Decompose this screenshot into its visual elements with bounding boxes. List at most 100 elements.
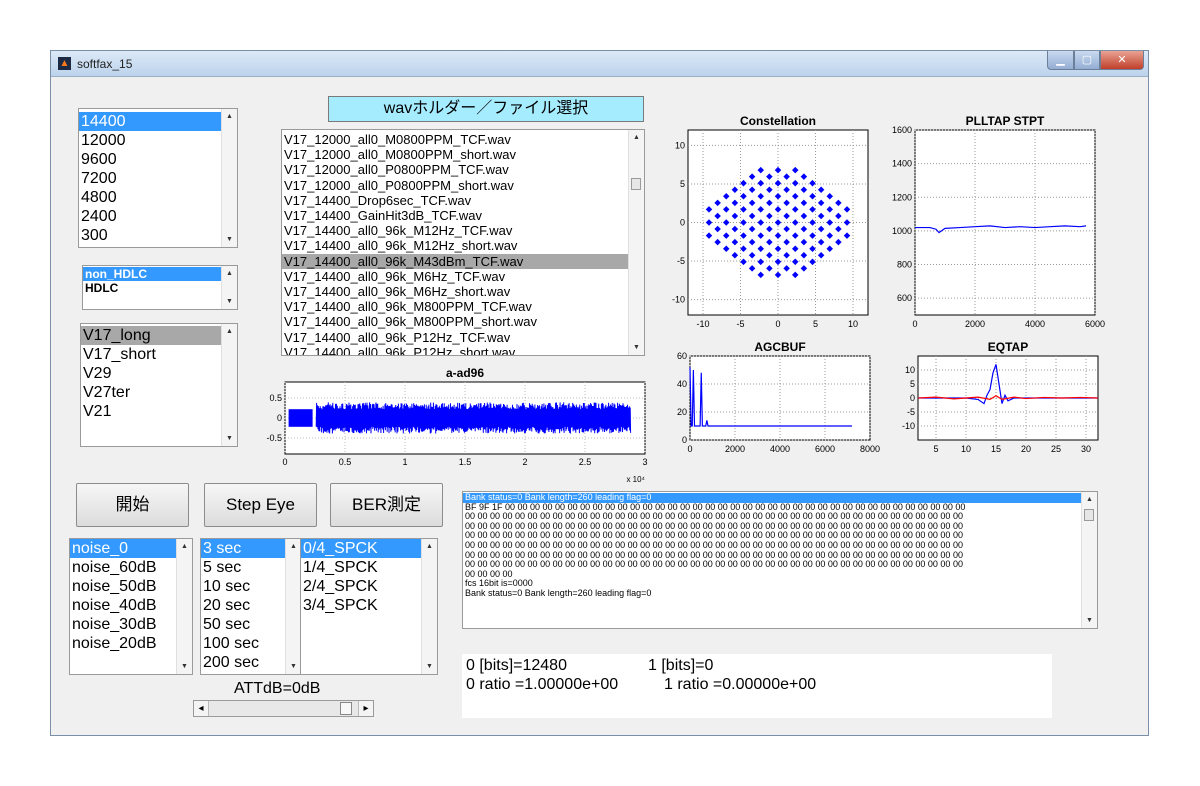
scroll-up-icon[interactable]: ▲ <box>222 266 237 281</box>
list-item[interactable]: 3 sec <box>201 539 285 558</box>
scroll-down-icon[interactable]: ▼ <box>177 659 192 674</box>
y-tick-label: 5 <box>910 379 915 389</box>
rate-listbox[interactable]: 14400 12000 9600 7200 4800 2400 300 ▲ ▼ <box>78 108 238 248</box>
vertical-scrollbar[interactable]: ▲ ▼ <box>221 324 237 446</box>
list-item[interactable]: 50 sec <box>201 615 285 634</box>
list-item[interactable]: 3/4_SPCK <box>301 596 421 615</box>
list-item[interactable]: noise_0 <box>70 539 176 558</box>
scroll-up-icon[interactable]: ▲ <box>177 539 192 554</box>
title-bar[interactable]: ▲ softfax_15 ▁ ▢ ✕ <box>51 51 1148 77</box>
y-tick-label: 5 <box>680 179 685 189</box>
list-item[interactable]: noise_40dB <box>70 596 176 615</box>
list-item[interactable]: 12000 <box>79 131 221 150</box>
list-item[interactable]: V17_14400_all0_96k_M12Hz_short.wav <box>282 238 628 253</box>
list-item[interactable]: 4800 <box>79 188 221 207</box>
list-item[interactable]: 5 sec <box>201 558 285 577</box>
list-item[interactable]: HDLC <box>83 281 221 295</box>
maximize-icon[interactable]: ▢ <box>1074 51 1100 70</box>
list-item[interactable]: V17_12000_all0_P0800PPM_TCF.wav <box>282 162 628 177</box>
vertical-scrollbar[interactable]: ▲ ▼ <box>285 539 301 674</box>
list-item[interactable]: non_HDLC <box>83 267 221 281</box>
list-item[interactable]: V29 <box>81 364 221 383</box>
list-item[interactable]: V17_14400_all0_96k_M6Hz_short.wav <box>282 284 628 299</box>
list-item[interactable]: V17_14400_all0_96k_M43dBm_TCF.wav <box>282 253 628 269</box>
vertical-scrollbar[interactable]: ▲ ▼ <box>176 539 192 674</box>
list-item[interactable]: noise_20dB <box>70 634 176 653</box>
list-item[interactable]: 00 00 00 00 00 00 00 00 00 00 00 00 00 0… <box>463 560 1081 570</box>
x-tick-label: 25 <box>1051 444 1061 454</box>
list-item[interactable]: V17_12000_all0_M0800PPM_TCF.wav <box>282 132 628 147</box>
vertical-scrollbar[interactable]: ▲ ▼ <box>221 266 237 309</box>
mode-listbox[interactable]: V17_long V17_short V29 V27ter V21 ▲ ▼ <box>80 323 238 447</box>
list-item[interactable]: V17_12000_all0_P0800PPM_short.wav <box>282 178 628 193</box>
vertical-scrollbar[interactable]: ▲ ▼ <box>1081 492 1097 628</box>
list-item[interactable]: V17_14400_all0_96k_P12Hz_TCF.wav <box>282 330 628 345</box>
list-item[interactable]: 20 sec <box>201 596 285 615</box>
list-item[interactable]: 14400 <box>79 112 221 131</box>
list-item[interactable]: 0/4_SPCK <box>301 539 421 558</box>
wav-file-listbox[interactable]: V17_12000_all0_M0800PPM_TCF.wav V17_12000… <box>281 129 645 356</box>
list-item[interactable]: V17_14400_GainHit3dB_TCF.wav <box>282 208 628 223</box>
scroll-up-icon[interactable]: ▲ <box>222 324 237 339</box>
list-item[interactable]: V17_14400_all0_96k_P12Hz_short.wav <box>282 345 628 355</box>
list-item[interactable]: 1/4_SPCK <box>301 558 421 577</box>
scroll-up-icon[interactable]: ▲ <box>286 539 301 554</box>
att-slider[interactable]: ◂ ▸ <box>193 700 374 717</box>
list-item[interactable]: Bank status=0 Bank length=260 leading fl… <box>463 588 1081 599</box>
x-tick-label: 0 <box>282 457 287 467</box>
list-item[interactable]: noise_50dB <box>70 577 176 596</box>
list-item[interactable]: V17_short <box>81 345 221 364</box>
vertical-scrollbar[interactable]: ▲ ▼ <box>421 539 437 674</box>
att-slider-left-arrow[interactable]: ◂ <box>194 701 209 716</box>
noise-listbox[interactable]: noise_0 noise_60dB noise_50dB noise_40dB noi… <box>69 538 193 675</box>
ber-measure-button[interactable]: BER測定 <box>330 483 443 527</box>
scroll-up-icon[interactable]: ▲ <box>422 539 437 554</box>
list-item[interactable]: 100 sec <box>201 634 285 653</box>
spck-listbox[interactable]: 0/4_SPCK 1/4_SPCK 2/4_SPCK 3/4_SPCK ▲ ▼ <box>300 538 438 675</box>
scroll-thumb[interactable] <box>631 178 641 190</box>
list-item[interactable]: noise_60dB <box>70 558 176 577</box>
wav-folder-button[interactable]: wavホルダー／ファイル選択 <box>328 96 644 122</box>
scroll-up-icon[interactable]: ▲ <box>1082 492 1097 507</box>
scroll-up-icon[interactable]: ▲ <box>629 130 644 145</box>
vertical-scrollbar[interactable]: ▲ ▼ <box>628 130 644 355</box>
minimize-icon[interactable]: ▁ <box>1047 51 1074 70</box>
list-item[interactable]: V17_12000_all0_M0800PPM_short.wav <box>282 147 628 162</box>
list-item[interactable]: 2400 <box>79 207 221 226</box>
att-slider-thumb[interactable] <box>340 702 352 715</box>
scroll-thumb[interactable] <box>1084 509 1094 521</box>
att-slider-right-arrow[interactable]: ▸ <box>358 701 373 716</box>
list-item[interactable]: V17_long <box>81 326 221 345</box>
list-item[interactable]: 2/4_SPCK <box>301 577 421 596</box>
list-item[interactable]: 00 00 00 00 <box>463 569 1081 580</box>
duration-listbox[interactable]: 3 sec 5 sec 10 sec 20 sec 50 sec 100 sec 200 s… <box>200 538 302 675</box>
step-eye-button[interactable]: Step Eye <box>204 483 317 527</box>
list-item[interactable]: V17_14400_all0_96k_M6Hz_TCF.wav <box>282 269 628 284</box>
list-item[interactable]: V17_14400_all0_96k_M12Hz_TCF.wav <box>282 223 628 238</box>
list-item[interactable]: 7200 <box>79 169 221 188</box>
scroll-down-icon[interactable]: ▼ <box>629 340 644 355</box>
list-item[interactable]: V17_14400_all0_96k_M800PPM_TCF.wav <box>282 299 628 314</box>
vertical-scrollbar[interactable]: ▲ ▼ <box>221 109 237 247</box>
scroll-down-icon[interactable]: ▼ <box>222 294 237 309</box>
list-item[interactable]: 300 <box>79 226 221 245</box>
close-icon[interactable]: ✕ <box>1100 51 1144 70</box>
list-item[interactable]: 10 sec <box>201 577 285 596</box>
scroll-down-icon[interactable]: ▼ <box>286 659 301 674</box>
scroll-down-icon[interactable]: ▼ <box>1082 613 1097 628</box>
list-item[interactable]: V27ter <box>81 383 221 402</box>
list-item[interactable]: V17_14400_Drop6sec_TCF.wav <box>282 193 628 208</box>
list-item[interactable]: V21 <box>81 402 221 421</box>
list-item[interactable]: 200 sec <box>201 653 285 672</box>
log-listbox[interactable]: Bank status=0 Bank length=260 leading fl… <box>462 491 1098 629</box>
start-button[interactable]: 開始 <box>76 483 189 527</box>
scroll-down-icon[interactable]: ▼ <box>222 431 237 446</box>
list-item[interactable]: 9600 <box>79 150 221 169</box>
scroll-up-icon[interactable]: ▲ <box>222 109 237 124</box>
scroll-down-icon[interactable]: ▼ <box>422 659 437 674</box>
scroll-down-icon[interactable]: ▼ <box>222 232 237 247</box>
list-item[interactable]: noise_30dB <box>70 615 176 634</box>
list-item[interactable]: V17_14400_all0_96k_M800PPM_short.wav <box>282 314 628 329</box>
hdlc-listbox[interactable]: non_HDLC HDLC ▲ ▼ <box>82 265 238 310</box>
y-tick-label: 60 <box>677 351 687 361</box>
